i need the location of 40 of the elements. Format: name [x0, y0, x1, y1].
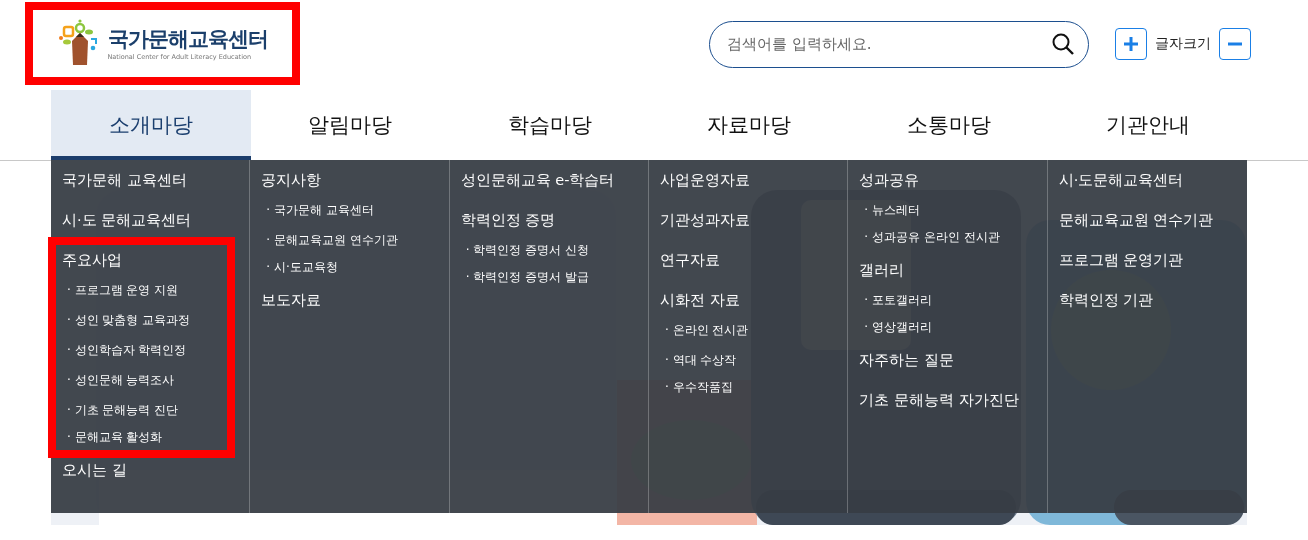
nav-tab[interactable]: 자료마당 — [649, 90, 849, 160]
menu-link[interactable]: 기초 문해능력 자가진단 — [859, 380, 1019, 420]
menu-link[interactable]: 프로그램 운영기관 — [1058, 240, 1184, 280]
plus-icon — [1124, 37, 1138, 51]
menu-link[interactable]: 보도자료 — [261, 280, 322, 320]
logo-title: 국가문해교육센터 — [107, 26, 268, 53]
minus-icon — [1228, 42, 1242, 46]
search-field[interactable]: 검색어를 입력하세요. — [709, 20, 1089, 68]
submenu-link[interactable]: · 성인문해 능력조사 — [62, 365, 175, 395]
submenu-link[interactable]: · 학력인정 증명서 발급 — [460, 265, 589, 290]
menu-link[interactable]: 연구자료 — [660, 240, 720, 280]
submenu-link[interactable]: · 성인학습자 학력인정 — [62, 335, 187, 365]
menu-link[interactable]: 학력인정 기관 — [1058, 280, 1154, 320]
submenu-link[interactable]: · 성인 맞춤형 교육과정 — [62, 305, 191, 335]
nav-tab[interactable]: 알림마당 — [250, 90, 450, 160]
submenu-link[interactable]: · 기초 문해능력 진단 — [62, 395, 179, 425]
menu-link[interactable]: 시·도문해교육센터 — [1058, 160, 1184, 200]
submenu-link[interactable]: · 우수작품집 — [660, 375, 733, 400]
font-size-label: 글자크기 — [1155, 35, 1211, 53]
submenu-link[interactable]: · 영상갤러리 — [859, 315, 932, 340]
menu-link[interactable]: 성인문해교육 e-학습터 — [460, 160, 615, 200]
nav-tab[interactable]: 학습마당 — [450, 90, 650, 160]
submenu-link[interactable]: · 시·도교육청 — [261, 255, 338, 280]
menu-link[interactable]: 사업운영자료 — [660, 160, 750, 200]
submenu-link[interactable]: · 문해교육교원 연수기관 — [261, 225, 398, 255]
nav-tab[interactable]: 소개마당 — [51, 90, 251, 160]
submenu-link[interactable]: · 성과공유 온라인 전시관 — [859, 225, 1000, 250]
menu-link[interactable]: 시·도 문해교육센터 — [62, 200, 192, 240]
menu-link[interactable]: 기관성과자료 — [660, 200, 750, 240]
menu-link[interactable]: 오시는 길 — [62, 450, 127, 490]
menu-link[interactable]: 문해교육교원 연수기관 — [1058, 200, 1214, 240]
nav-tab[interactable]: 소통마당 — [849, 90, 1049, 160]
search-icon[interactable] — [1051, 31, 1075, 56]
nav-tab[interactable]: 기관안내 — [1048, 90, 1248, 160]
increase-font-button[interactable] — [1115, 28, 1147, 60]
submenu-link[interactable]: · 역대 수상작 — [660, 345, 737, 375]
menu-link[interactable]: 국가문해 교육센터 — [62, 160, 187, 200]
submenu-link[interactable]: · 문해교육 활성화 — [62, 425, 163, 450]
menu-link[interactable]: 자주하는 질문 — [859, 340, 954, 380]
decrease-font-button[interactable] — [1219, 28, 1251, 60]
